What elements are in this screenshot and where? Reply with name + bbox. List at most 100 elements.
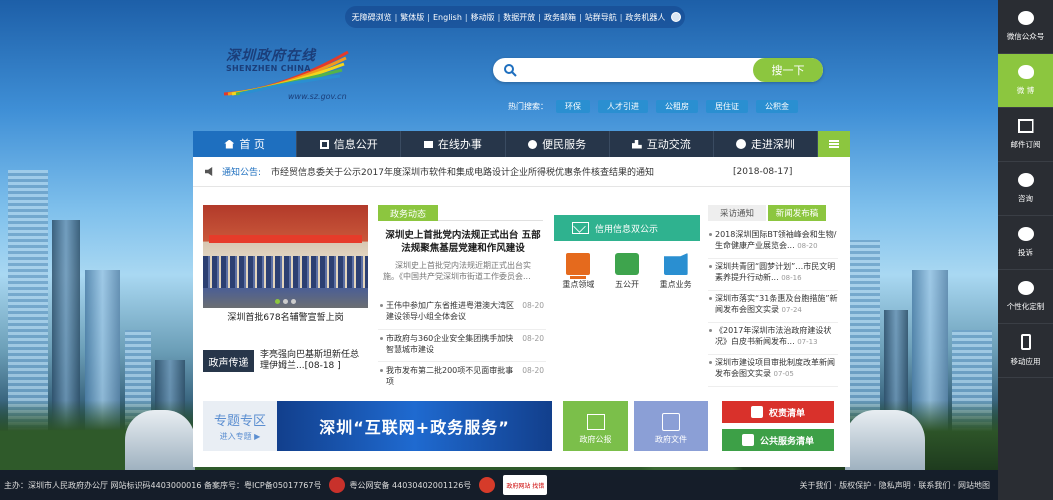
news-photo[interactable]: [203, 205, 368, 308]
item-date: 08-20: [522, 334, 544, 343]
nav-label: 便民服务: [542, 138, 587, 151]
emblem-icon[interactable]: [479, 477, 496, 493]
hot-tag[interactable]: 居住证: [706, 99, 748, 113]
list-item[interactable]: 深圳共青团“圆梦计划”…市民文明素养提升行动新... 08-16: [708, 259, 838, 291]
notice-link[interactable]: 市经贸信息委关于公示2017年度深圳市软件和集成电路设计企业所得税优惠条件核查结…: [271, 165, 721, 178]
top-link[interactable]: 无障碍浏览: [349, 12, 395, 23]
search-button[interactable]: 搜一下: [753, 58, 823, 82]
pubserv-label: 公共服务清单: [759, 436, 814, 447]
list-item[interactable]: 我市发布第二批200项不见面审批事项 08-20: [378, 361, 546, 393]
hot-tag[interactable]: 公租房: [656, 99, 698, 113]
gov-docs-button[interactable]: 政府文件: [634, 401, 708, 451]
item-title: 市政府与360企业安全集团携手加快智慧城市建设: [386, 334, 514, 354]
top-link[interactable]: English: [430, 13, 465, 22]
nav-info-disclosure[interactable]: 信息公开: [297, 131, 402, 157]
footer: 主办：深圳市人民政府办公厅 网站标识码4403000016 备案序号：粤ICP备…: [0, 470, 998, 500]
info-circle-icon: [735, 139, 746, 149]
top-link[interactable]: 政务邮箱: [541, 12, 579, 23]
weibo-icon: [1017, 65, 1034, 79]
top-link[interactable]: 数据开放: [500, 12, 538, 23]
footer-police-record[interactable]: 粤公网安备 44030402001126号: [349, 480, 471, 491]
gov-site-badge[interactable]: 政府网站 找错: [503, 475, 548, 495]
nav-online-services[interactable]: 在线办事: [401, 131, 506, 157]
sidebar-item-customize[interactable]: 个性化定制: [998, 270, 1053, 324]
nav-about-shenzhen[interactable]: 走进深圳: [714, 131, 819, 157]
nav-label: 信息公开: [333, 138, 378, 151]
list-item[interactable]: 2018深圳国际BT领袖峰会和生物/生命健康产业展览会... 08-20: [708, 227, 838, 259]
gov-summary: 深圳史上首批党内法规近期正式出台实施。《中国共产党深圳市街道工作委员会...: [383, 261, 531, 281]
sidebar-item-consult[interactable]: 咨询: [998, 162, 1053, 216]
robot-icon[interactable]: [671, 12, 682, 22]
list-item[interactable]: 深圳市落实“31条惠及台胞措施”新闻发布会图文实录 07-24: [708, 291, 838, 323]
divider: [438, 220, 543, 221]
top-link[interactable]: 政务机器人: [622, 12, 668, 23]
nav-public-services[interactable]: 便民服务: [506, 131, 610, 157]
carousel-dot[interactable]: [283, 299, 288, 304]
site-logo[interactable]: 深圳政府在线 SHENZHEN CHINA www.sz.gov.cn: [222, 42, 352, 104]
list-item[interactable]: 市政府与360企业安全集团携手加快智慧城市建设 08-20: [378, 329, 546, 361]
item-date: 07-05: [773, 370, 794, 378]
sidebar-item-mobile-app[interactable]: 移动应用: [998, 324, 1053, 378]
list-item[interactable]: 王伟中参加广东省推进粤港澳大湾区建设领导小组全体会议 08-20: [378, 297, 546, 329]
tab-press-release[interactable]: 新闻发布稿: [768, 205, 826, 221]
credit-icons: 重点领域 五公开 重点业务: [554, 253, 700, 290]
list-item[interactable]: 《2017年深圳市法治政府建设状况》白皮书新闻发布... 07-13: [708, 323, 838, 355]
carousel-dot[interactable]: [275, 299, 280, 304]
sidebar-item-email-subscribe[interactable]: 邮件订阅: [998, 108, 1053, 162]
right-sidebar: 微信公众号 微 博 邮件订阅 咨询 投诉 个性化定制 移动应用: [998, 0, 1053, 500]
nav-interaction[interactable]: 互动交流: [610, 131, 714, 157]
carousel-dot[interactable]: [291, 299, 296, 304]
search-input[interactable]: [523, 61, 743, 79]
hot-tag[interactable]: 环保: [556, 99, 590, 113]
speaker-icon: [205, 167, 213, 176]
top-link[interactable]: 站群导航: [582, 12, 620, 23]
home-icon: [224, 139, 235, 149]
sidebar-item-complaint[interactable]: 投诉: [998, 216, 1053, 270]
people-icon: [528, 139, 538, 149]
police-badge-icon[interactable]: [329, 477, 346, 493]
notice-date: [2018-08-17]: [733, 166, 793, 177]
rights-list-button[interactable]: 权责清单: [722, 401, 834, 423]
document-icon: [662, 413, 680, 431]
stadium: [845, 410, 925, 470]
folder-icon: [663, 253, 688, 275]
gov-gazette-button[interactable]: 政府公报: [563, 401, 628, 451]
five-public-link[interactable]: 五公开: [605, 253, 649, 290]
envelope-icon: [572, 222, 589, 234]
hot-tag[interactable]: 公积金: [756, 99, 798, 113]
sidebar-item-wechat[interactable]: 微信公众号: [998, 0, 1053, 54]
nav-label: 互动交流: [646, 138, 691, 151]
chart-icon: [631, 139, 642, 149]
voice-label[interactable]: 政声传递: [203, 350, 255, 372]
list-item[interactable]: 深圳市建设项目审批制度改革新闻发布会图文实录 07-05: [708, 355, 838, 387]
key-business-link[interactable]: 重点业务: [654, 253, 698, 290]
credit-info-button[interactable]: 信用信息双公示: [554, 215, 700, 241]
tab-interview-notice[interactable]: 采访通知: [708, 205, 766, 221]
key-areas-link[interactable]: 重点领域: [556, 253, 600, 290]
content-panel: 通知公告: 市经贸信息委关于公示2017年度深圳市软件和集成电路设计企业所得税优…: [193, 157, 850, 467]
sidebar-item-weibo[interactable]: 微 博: [998, 54, 1053, 108]
mail-icon: [1017, 119, 1034, 133]
internet-gov-banner[interactable]: 深圳“互联网+政务服务”: [277, 401, 552, 451]
public-service-list-button[interactable]: 公共服务清单: [722, 429, 834, 451]
top-link[interactable]: 繁体版: [397, 12, 427, 23]
logo-english-text: SHENZHEN CHINA: [226, 64, 311, 73]
hot-tag[interactable]: 人才引进: [598, 99, 648, 113]
press-tabs: 采访通知 新闻发布稿: [708, 205, 838, 221]
footer-links[interactable]: 关于我们 · 版权保护 · 隐私声明 · 联系我们 · 网站地图: [799, 480, 990, 491]
voice-section: 政声传递 李亮强向巴基斯坦新任总理伊姆兰...[08-18 ]: [203, 350, 368, 372]
voice-link[interactable]: 李亮强向巴基斯坦新任总理伊姆兰...[08-18 ]: [260, 350, 368, 372]
nav-menu-button[interactable]: [818, 131, 851, 157]
photo-banner: [209, 235, 362, 243]
tab-gov-news[interactable]: 政务动态: [378, 205, 438, 221]
main-nav: 首 页 信息公开 在线办事 便民服务 互动交流 走进深圳: [193, 131, 851, 157]
topics-banner[interactable]: 专题专区 进入专题 ▶: [203, 401, 277, 451]
monitor-icon: [566, 253, 591, 279]
sidebar-label: 移动应用: [1010, 357, 1041, 366]
top-link[interactable]: 移动版: [468, 12, 498, 23]
press-column: 采访通知 新闻发布稿 2018深圳国际BT领袖峰会和生物/生命健康产业展览会..…: [708, 205, 838, 387]
gov-headline[interactable]: 深圳史上首批党内法规正式出台 五部法规聚焦基层党建和作风建设: [383, 229, 543, 255]
sidebar-label: 邮件订阅: [1010, 140, 1041, 149]
photo-caption[interactable]: 深圳首批678名辅警宣誓上岗: [203, 310, 368, 323]
nav-home[interactable]: 首 页: [193, 131, 298, 157]
